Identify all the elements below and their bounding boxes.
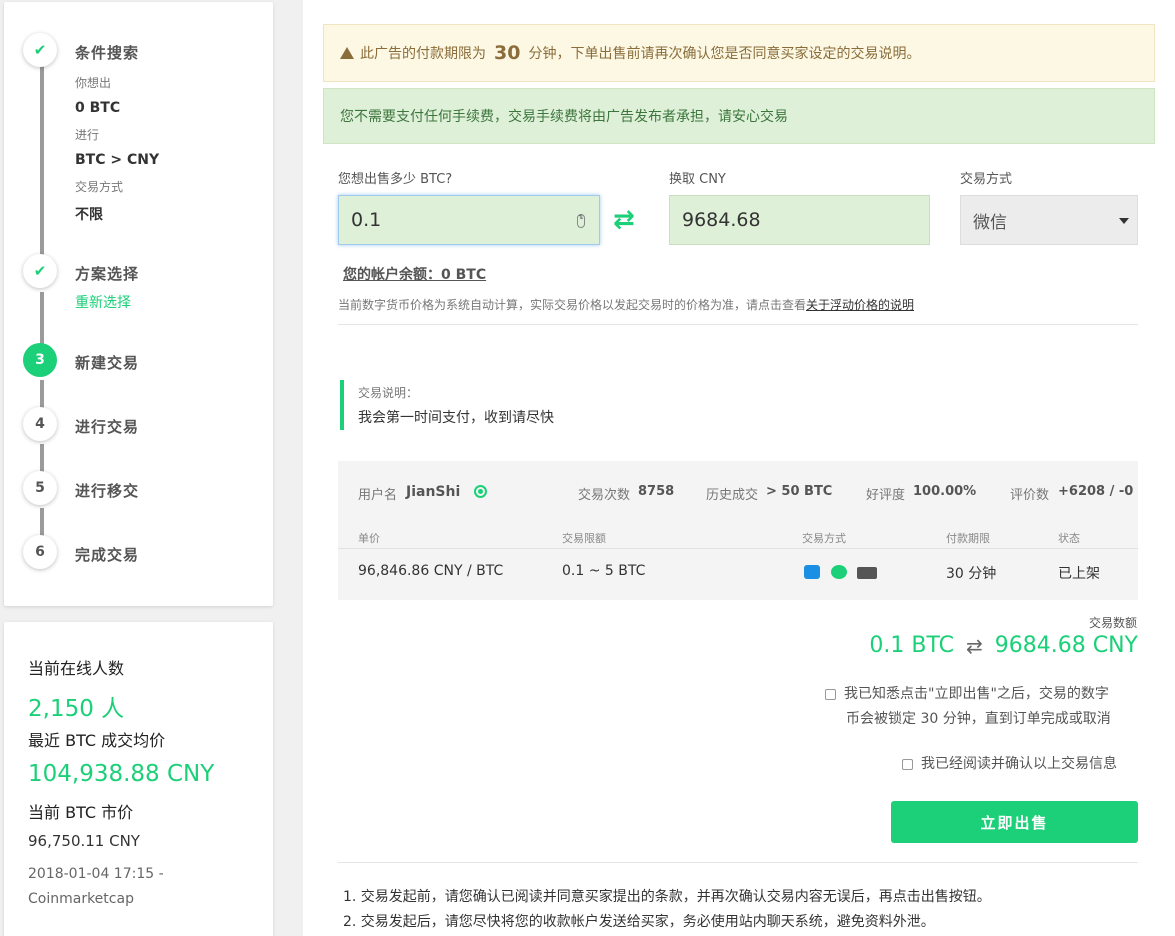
trade-terms-label: 交易说明： [358,386,419,400]
step-1-sub-label: 你想出 [75,76,112,90]
cny-amount-value: 9684.68 [682,209,761,231]
main-panel: 此广告的付款期限为 30 分钟，下单出售前请再次确认您是否同意买家设定的交易说明… [303,0,1175,936]
step-1-title: 条件搜索 [75,44,140,62]
stats-card: 当前在线人数 2,150 人 最近 BTC 成交均价 104,938.88 CN… [4,622,273,936]
market-price-value: 96,750.11 CNY [28,832,140,850]
history-volume-label: 历史成交 [706,488,759,503]
review-count: +6208 / -0 [1058,484,1134,499]
exchange-arrows-icon: ⇄ [966,633,983,658]
price-note-text: 当前数字货币价格为系统自动计算，实际交易价格以发起交易时的价格为准，请点击查看 [338,298,807,312]
trade-limit: 0.1 ~ 5 BTC [562,563,646,579]
lock-notice-line1: 我已知悉点击"立即出售"之后，交易的数字 [844,686,1109,702]
seller-summary: 用户名 JianShi 交易次数 8758 历史成交 > 50 BTC 好评度 … [338,461,1138,523]
history-volume: > 50 BTC [766,484,833,499]
divider [338,862,1138,863]
step-2-done-icon: ✔ [23,254,57,288]
step-1-sub-label: 交易方式 [75,180,124,194]
payment-deadline-warning: 此广告的付款期限为 30 分钟，下单出售前请再次确认您是否同意买家设定的交易说明… [323,24,1155,82]
confirm-checkbox-row[interactable]: 我已经阅读并确认以上交易信息 [902,753,1117,773]
username-label: 用户名 [358,488,398,503]
price-source-name: Coinmarketcap [28,891,134,907]
lock-notice-checkbox[interactable] [825,688,836,700]
trade-count-label: 交易次数 [578,488,631,503]
warning-icon [340,47,354,59]
market-price-label: 当前 BTC 市价 [28,803,134,822]
step-6-title: 完成交易 [75,546,140,564]
trade-amount-cny: 9684.68 CNY [994,633,1138,658]
trade-count: 8758 [638,484,675,499]
verified-icon [474,485,487,498]
step-6-number: 6 [23,535,57,569]
price-note: 当前数字货币价格为系统自动计算，实际交易价格以发起交易时的价格为准，请点击查看关… [338,296,914,313]
step-1-sub-label: 进行 [75,128,100,142]
rating-label: 好评度 [866,488,906,503]
online-users-label: 当前在线人数 [28,659,125,678]
swap-arrows-icon: ⇄ [613,205,635,235]
offer-table-header: 单价 交易限额 交易方式 付款期限 状态 [338,523,1138,549]
trade-terms: 交易说明： 我会第一时间支付，收到请尽快 [340,380,840,430]
step-1-amount: 0 BTC [75,100,121,116]
sell-now-button[interactable]: 立即出售 [891,801,1138,843]
seller-info-panel: 用户名 JianShi 交易次数 8758 历史成交 > 50 BTC 好评度 … [338,461,1138,600]
chevron-down-icon [1119,218,1129,224]
alipay-icon [804,565,820,579]
reselect-link[interactable]: 重新选择 [75,292,131,312]
col-limit: 交易限额 [562,532,606,545]
confirm-checkbox[interactable] [902,758,913,770]
wechat-icon [831,565,847,579]
lock-notice-line2: 币会被锁定 30 分钟，直到订单完成或取消 [846,711,1111,727]
steps-card: ✔ 条件搜索 你想出 0 BTC 进行 BTC > CNY 交易方式 不限 ✔ … [4,2,273,606]
step-5-title: 进行移交 [75,482,140,500]
warning-prefix: 此广告的付款期限为 [360,46,486,62]
offer-status: 已上架 [1058,566,1100,582]
step-2-title: 方案选择 [75,265,140,283]
cny-amount-label: 换取 CNY [669,172,726,187]
step-4-title: 进行交易 [75,418,140,436]
confirm-text: 我已经阅读并确认以上交易信息 [921,756,1117,772]
notice-item: 1. 交易发起前，请您确认已阅读并同意买家提出的条款，并再次确认交易内容无误后，… [343,889,991,905]
payment-method-value: 微信 [973,212,1007,233]
col-price: 单价 [358,532,380,545]
bank-card-icon [857,567,877,579]
fee-info-banner: 您不需要支付任何手续费，交易手续费将由广告发布者承担，请安心交易 [323,88,1155,144]
unit-price: 96,846.86 CNY / BTC [358,563,504,579]
lock-notice-checkbox-row[interactable]: 我已知悉点击"立即出售"之后，交易的数字 [825,683,1109,703]
avg-price-label: 最近 BTC 成交均价 [28,731,166,750]
step-3-title: 新建交易 [75,354,140,372]
trade-amount-btc: 0.1 BTC [869,633,954,658]
col-method: 交易方式 [802,532,846,545]
step-connector [40,66,44,256]
btc-amount-value: 0.1 [351,209,382,231]
cny-amount-input[interactable]: 9684.68 [669,195,930,245]
floating-price-link[interactable]: 关于浮动价格的说明 [806,298,914,312]
step-5-number: 5 [23,471,57,505]
warning-suffix: 分钟，下单出售前请再次确认您是否同意买家设定的交易说明。 [528,46,921,62]
divider [338,324,1138,325]
avg-price-value: 104,938.88 CNY [28,761,215,787]
step-1-done-icon: ✔ [23,33,57,67]
trade-terms-text: 我会第一时间支付，收到请尽快 [358,410,554,426]
btc-amount-input[interactable]: 0.1 ⇅ [338,195,600,245]
account-balance-link[interactable]: 您的帐户余额：0 BTC [343,264,486,284]
step-4-number: 4 [23,407,57,441]
col-deadline: 付款期限 [946,532,990,545]
col-status: 状态 [1058,532,1080,545]
btc-amount-label: 您想出售多少 BTC? [338,172,453,187]
payment-method-select[interactable]: 微信 [960,195,1138,245]
trade-amount-label: 交易数额 [1088,616,1137,630]
seller-username[interactable]: JianShi [406,484,460,500]
step-3-number: 3 [23,343,57,377]
step-1-method: 不限 [75,207,103,223]
warning-minutes: 30 [494,42,521,64]
review-count-label: 评价数 [1010,488,1050,503]
payment-method-label: 交易方式 [960,172,1013,187]
rating-value: 100.00% [913,484,977,499]
payment-deadline: 30 分钟 [946,566,997,582]
trade-amount: 0.1 BTC ⇄ 9684.68 CNY [869,633,1138,658]
number-stepper-icon[interactable]: ⇅ [577,214,585,228]
online-users-value: 2,150 人 [28,696,125,722]
step-1-pair: BTC > CNY [75,152,160,168]
notice-item: 2. 交易发起后，请您尽快将您的收款帐户发送给买家，务必使用站内聊天系统，避免资… [343,914,935,930]
price-source-time: 2018-01-04 17:15 - [28,866,164,882]
